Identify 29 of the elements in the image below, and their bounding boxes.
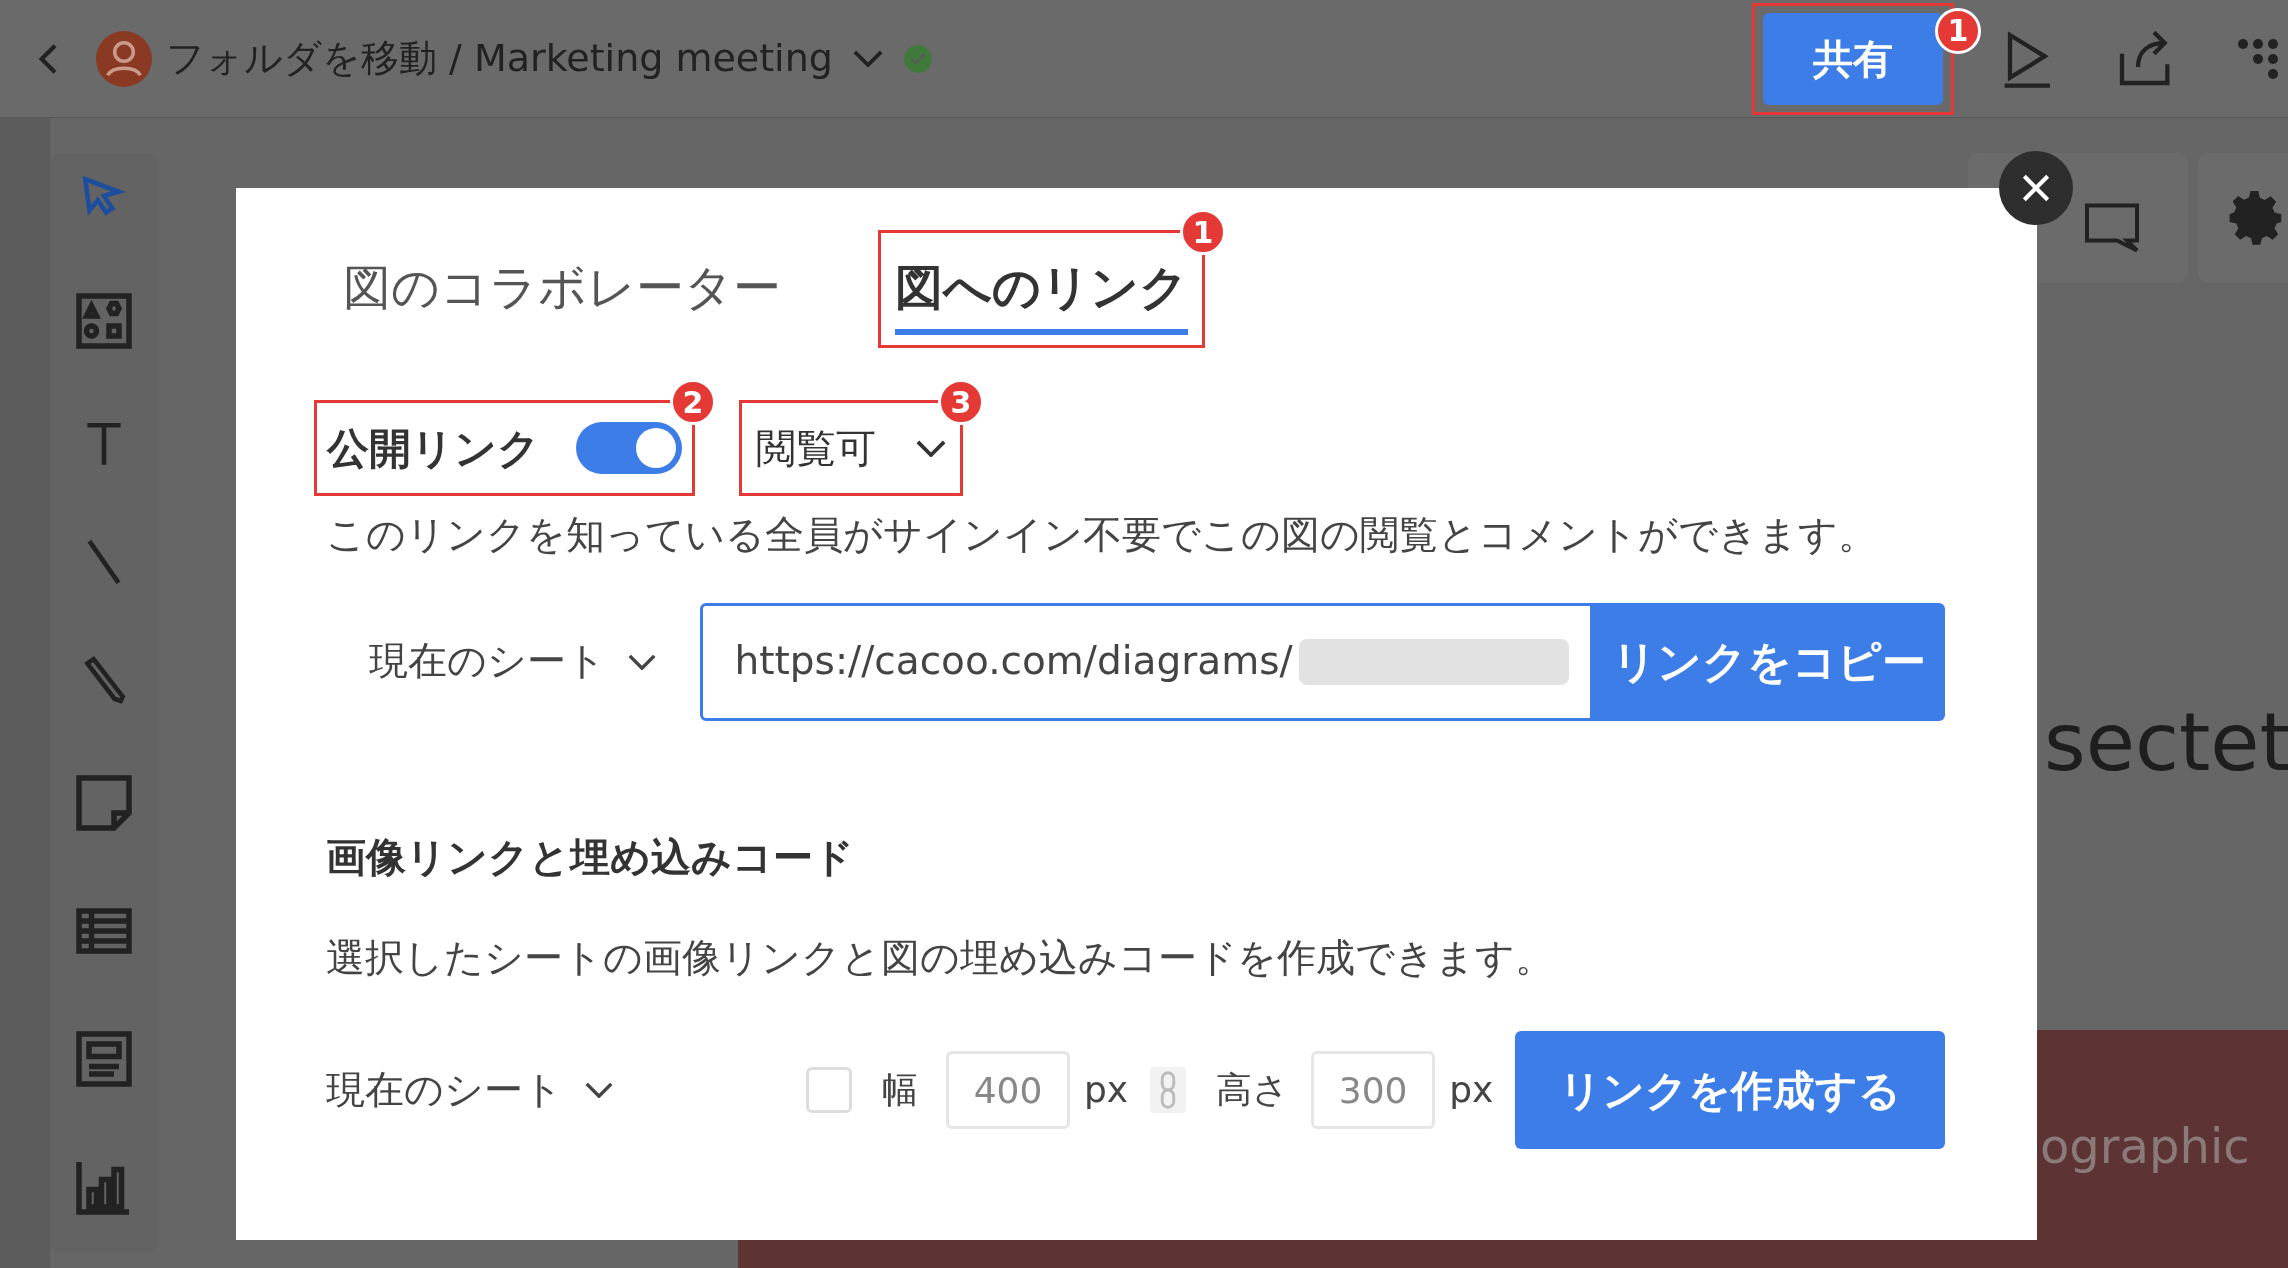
height-input[interactable]: 300 xyxy=(1311,1051,1436,1129)
width-input[interactable]: 400 xyxy=(946,1051,1070,1129)
copy-link-button[interactable]: リンクをコピー xyxy=(1593,602,1945,721)
dialog-tab[interactable]: 図のコラボレーター xyxy=(343,251,781,335)
height-label: 高さ xyxy=(1216,1068,1290,1112)
embed-scope-dropdown[interactable]: 現在のシート xyxy=(326,1060,806,1120)
embed-description: 選択したシートの画像リンクと図の埋め込みコードを作成できます。 xyxy=(326,933,1555,982)
create-link-button[interactable]: リンクを作成する xyxy=(1515,1031,1945,1149)
number-badge: 1 xyxy=(1935,7,1981,54)
chevron-down-icon xyxy=(628,653,657,670)
public-link-label: 公開リンク xyxy=(327,422,540,475)
number-badge: 2 xyxy=(670,379,716,425)
chevron-down-icon xyxy=(852,50,883,67)
unit-label: px xyxy=(1084,1068,1129,1112)
link-icon[interactable] xyxy=(1150,1067,1187,1113)
unit-label: px xyxy=(1449,1068,1494,1112)
sheet-scope-dropdown[interactable]: 現在のシート xyxy=(326,632,700,691)
keep-ratio-checkbox[interactable] xyxy=(806,1067,852,1113)
avatar-icon[interactable] xyxy=(96,30,152,87)
public-link-description: このリンクを知っている全員がサインイン不要でこの図の閲覧とコメントができます。 xyxy=(326,511,1878,559)
chevron-down-icon xyxy=(916,439,946,457)
number-badge: 3 xyxy=(938,379,984,425)
chevron-down-icon xyxy=(585,1082,613,1098)
share-button[interactable]: 共有 xyxy=(1763,12,1943,105)
number-badge: 1 xyxy=(1180,209,1226,255)
width-label: 幅 xyxy=(882,1068,918,1112)
embed-heading: 画像リンクと埋め込みコード xyxy=(326,832,855,882)
public-link-toggle[interactable] xyxy=(576,422,682,474)
url-field[interactable]: https://cacoo.com/diagrams/ xyxy=(699,602,1594,721)
